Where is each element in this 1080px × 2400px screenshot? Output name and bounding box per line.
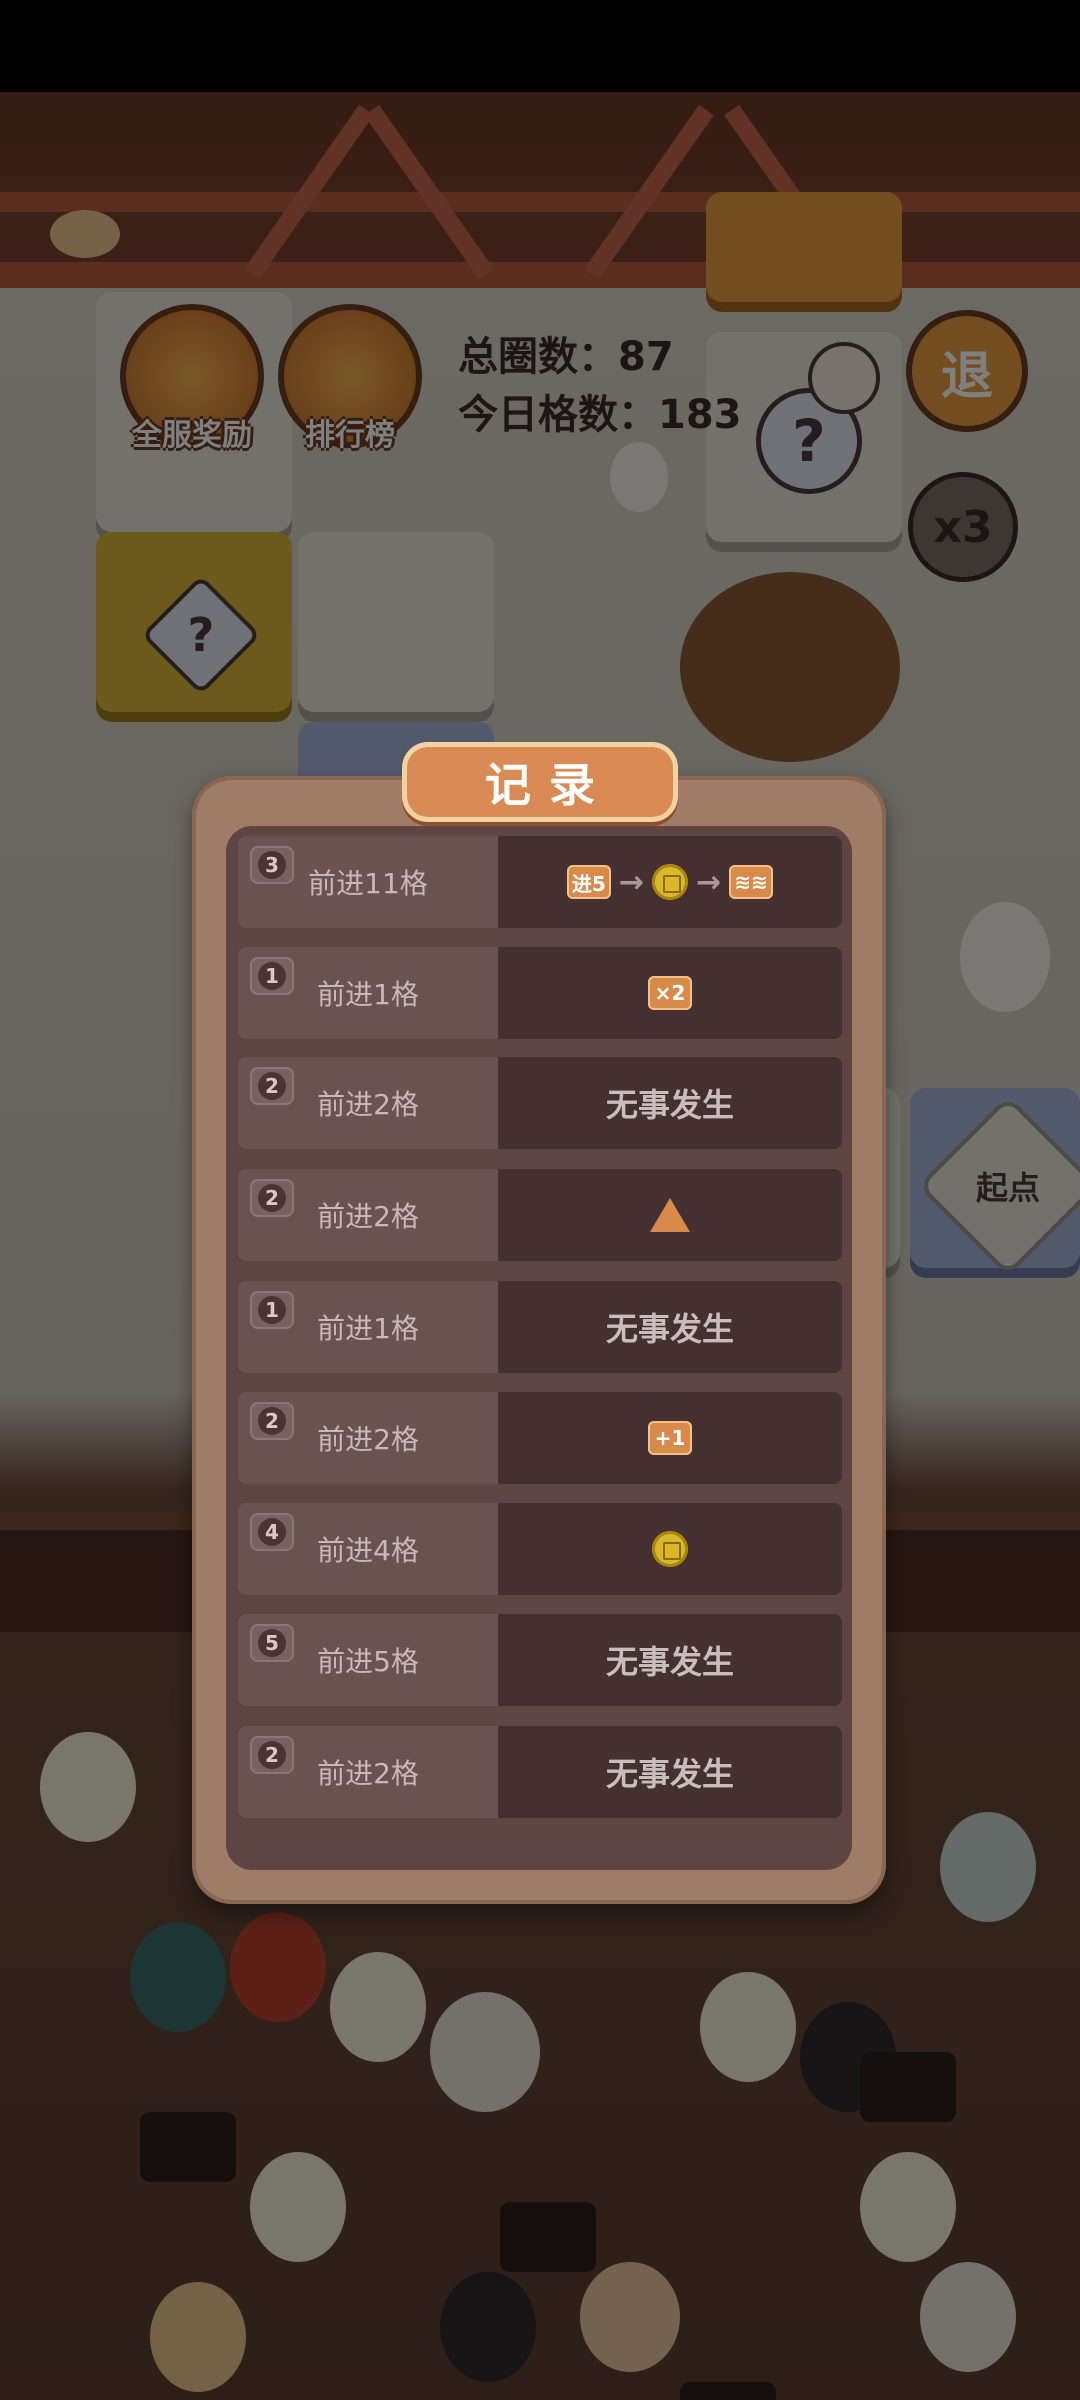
record-row: 2 前进2格 无事发生 [238,1726,842,1818]
records-title: 记录 [485,758,613,812]
arrow-right-icon: → [696,864,722,900]
record-row: 4 前进4格 [238,1503,842,1595]
record-row: 1 前进1格 ×2 [238,947,842,1039]
warning-icon [650,1198,690,1232]
record-result: 无事发生 [605,1755,734,1793]
step-label: 前进2格 [317,1757,419,1790]
record-row: 2 前进2格 [238,1169,842,1261]
step-label: 前进4格 [317,1534,419,1567]
record-row: 1 前进1格 无事发生 [238,1281,842,1373]
step-label: 前进5格 [317,1645,419,1678]
step-label: 前进11格 [308,867,428,900]
step-label: 前进1格 [317,1312,419,1345]
record-result: +1 [498,1392,842,1484]
record-result [498,1169,842,1261]
record-result: 进5 → → ≋≋ [498,836,842,928]
multiplier-tag-icon: ×2 [648,976,692,1010]
step-label: 前进1格 [317,978,419,1011]
record-result [498,1503,842,1595]
advance-tag-icon: 进5 [566,865,611,899]
record-row: 2 前进2格 +1 [238,1392,842,1484]
record-result: 无事发生 [605,1643,734,1681]
step-label: 前进2格 [317,1200,419,1233]
record-result: ×2 [498,947,842,1039]
coin-icon [652,864,688,900]
record-result: 无事发生 [605,1086,734,1124]
record-row: 5 前进5格 无事发生 [238,1614,842,1706]
status-bar [0,0,1080,92]
arrow-right-icon: → [618,864,644,900]
record-row: 3 前进11格 进5 → → ≋≋ [238,836,842,928]
coin-icon [652,1531,688,1567]
wave-tag-icon: ≋≋ [729,865,774,899]
step-label: 前进2格 [317,1088,419,1121]
record-row: 2 前进2格 无事发生 [238,1057,842,1149]
record-result: 无事发生 [605,1310,734,1348]
records-title-plate: 记录 [402,742,678,822]
step-label: 前进2格 [317,1423,419,1456]
plus-one-tag-icon: +1 [648,1421,692,1455]
